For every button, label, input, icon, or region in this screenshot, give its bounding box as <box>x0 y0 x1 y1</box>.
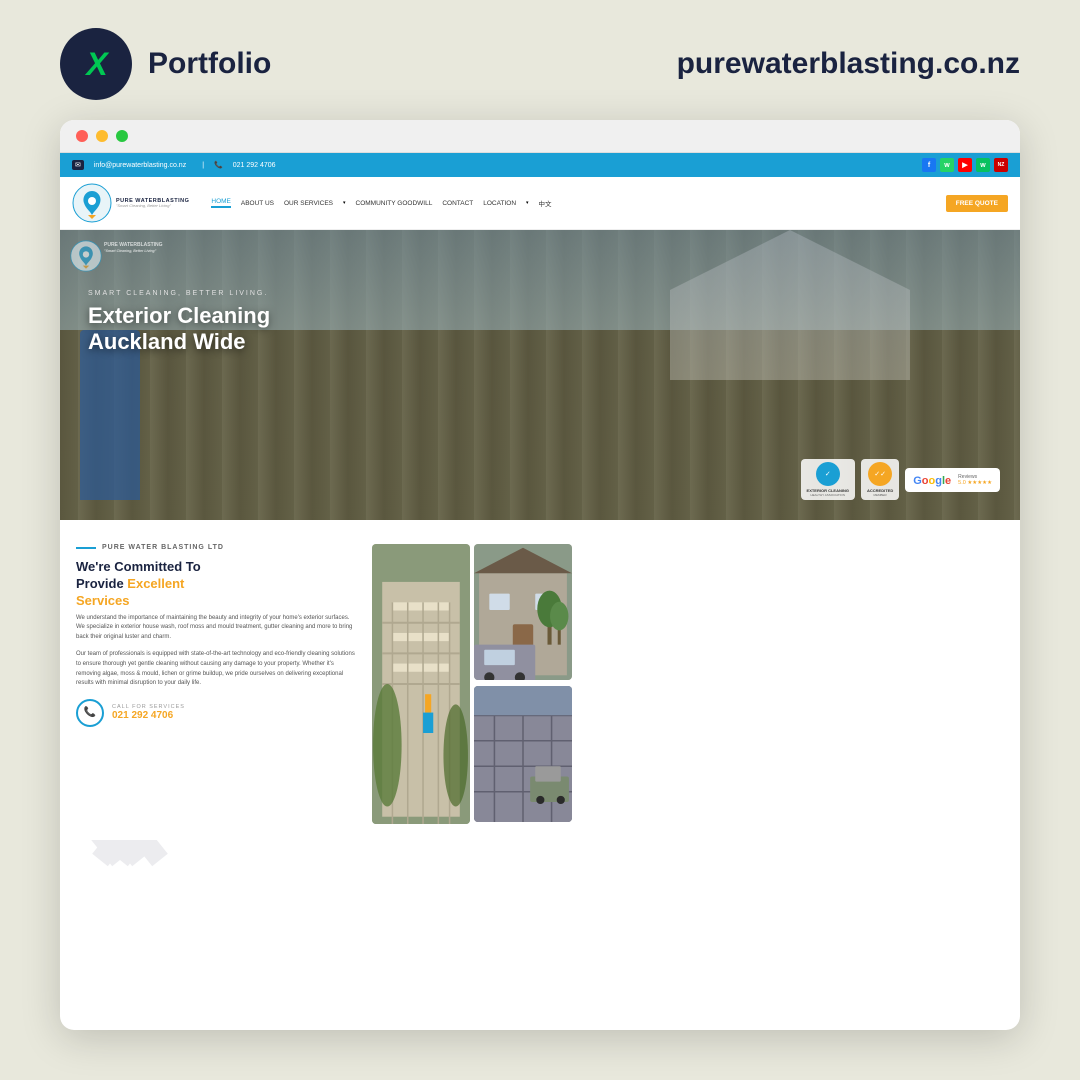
browser-window: ✉ info@purewaterblasting.co.nz | 📞 021 2… <box>60 120 1020 1030</box>
google-reviews-text: Reviews 5.0 ★★★★★ <box>958 474 992 486</box>
site-logo-text: PURE WATERBLASTING "Smart Cleaning, Bett… <box>116 198 189 208</box>
call-section: 📞 CALL FOR SERVICES 021 292 4706 <box>76 699 356 727</box>
browser-chrome <box>60 120 1020 153</box>
hero-title-line2: Auckland Wide <box>88 329 270 355</box>
content-section: PURE WATER BLASTING LTD We're Committed … <box>60 520 1020 840</box>
company-name-tag: PURE WATER BLASTING LTD <box>102 544 224 551</box>
logo-area: X Portfolio <box>60 28 271 100</box>
house-image-tall <box>372 544 470 824</box>
content-left: PURE WATER BLASTING LTD We're Committed … <box>76 544 356 824</box>
site-logo-icon <box>72 183 112 223</box>
free-quote-button[interactable]: FREE QUOTE <box>946 195 1008 212</box>
call-number[interactable]: 021 292 4706 <box>112 710 185 721</box>
site-logo-area: PURE WATERBLASTING "Smart Cleaning, Bett… <box>72 183 189 223</box>
hero-badges: ✓ EXTERIOR CLEANING HEALTHY ASSOCIATION … <box>801 459 1000 500</box>
bottom-decoration <box>60 840 1020 870</box>
phone-icon: 📞 <box>214 161 223 169</box>
nz-badge: NZ <box>994 158 1008 172</box>
nav-chinese[interactable]: 中文 <box>539 198 552 208</box>
hero-subtitle: SMART CLEANING, BETTER LIVING. <box>88 290 270 297</box>
facebook-icon[interactable]: f <box>922 158 936 172</box>
email-icon: ✉ <box>72 160 84 170</box>
committed-line3: Services <box>76 593 356 610</box>
description-2: Our team of professionals is equipped wi… <box>76 650 356 688</box>
site-navbar: PURE WATERBLASTING "Smart Cleaning, Bett… <box>60 177 1020 230</box>
phone-icon-circle: 📞 <box>76 699 104 727</box>
portfolio-label: Portfolio <box>148 47 271 81</box>
hero-logo-overlay <box>70 240 102 277</box>
site-email: info@purewaterblasting.co.nz <box>94 162 186 169</box>
description-1: We understand the importance of maintain… <box>76 614 356 643</box>
social-icons: f w ▶ w NZ <box>922 158 1008 172</box>
house-exterior-image <box>474 544 572 680</box>
committed-line1: We're Committed To <box>76 559 356 576</box>
nav-links: HOME ABOUT US OUR SERVICES ▾ COMMUNITY G… <box>211 198 931 208</box>
domain-label: purewaterblasting.co.nz <box>677 47 1020 81</box>
hero-content: SMART CLEANING, BETTER LIVING. Exterior … <box>88 290 270 356</box>
tag-line <box>76 547 96 549</box>
portfolio-header: X Portfolio purewaterblasting.co.nz <box>0 0 1080 120</box>
site-phone: 021 292 4706 <box>233 162 276 169</box>
exterior-cleaning-badge: ✓ EXTERIOR CLEANING HEALTHY ASSOCIATION <box>801 459 855 500</box>
nav-home[interactable]: HOME <box>211 198 231 208</box>
phone-icon: 📞 <box>84 707 96 718</box>
youtube-icon[interactable]: ▶ <box>958 158 972 172</box>
accredited-badge: ✓✓ ACCREDITED MEMBER <box>861 459 899 500</box>
logo-x-icon: X <box>86 46 105 83</box>
company-tag: PURE WATER BLASTING LTD <box>76 544 356 551</box>
nav-services[interactable]: OUR SERVICES <box>284 200 333 207</box>
browser-dot-red <box>76 130 88 142</box>
whatsapp-icon[interactable]: w <box>940 158 954 172</box>
committed-line2: Provide Excellent <box>76 576 356 593</box>
browser-dot-yellow <box>96 130 108 142</box>
nav-contact[interactable]: CONTACT <box>442 200 473 207</box>
content-image-grid <box>372 544 572 824</box>
browser-dot-green <box>116 130 128 142</box>
wave-decoration-icon <box>70 840 270 870</box>
hero-logo-text-overlay: PURE WATERBLASTING"Smart Cleaning, Bette… <box>104 242 163 254</box>
site-top-bar: ✉ info@purewaterblasting.co.nz | 📞 021 2… <box>60 153 1020 177</box>
call-info: CALL FOR SERVICES 021 292 4706 <box>112 704 185 721</box>
hero-title: Exterior Cleaning Auckland Wide <box>88 303 270 356</box>
google-reviews-badge: Google Reviews 5.0 ★★★★★ <box>905 468 1000 492</box>
hero-section: PURE WATERBLASTING"Smart Cleaning, Bette… <box>60 230 1020 520</box>
roof-image <box>474 686 572 822</box>
google-logo: Google <box>913 471 951 489</box>
wechat-icon[interactable]: w <box>976 158 990 172</box>
nav-community[interactable]: COMMUNITY GOODWILL <box>356 200 433 207</box>
agency-logo: X <box>60 28 132 100</box>
nav-location[interactable]: LOCATION <box>483 200 516 207</box>
committed-title: We're Committed To Provide Excellent Ser… <box>76 559 356 610</box>
hero-title-line1: Exterior Cleaning <box>88 303 270 329</box>
nav-about[interactable]: ABOUT US <box>241 200 274 207</box>
